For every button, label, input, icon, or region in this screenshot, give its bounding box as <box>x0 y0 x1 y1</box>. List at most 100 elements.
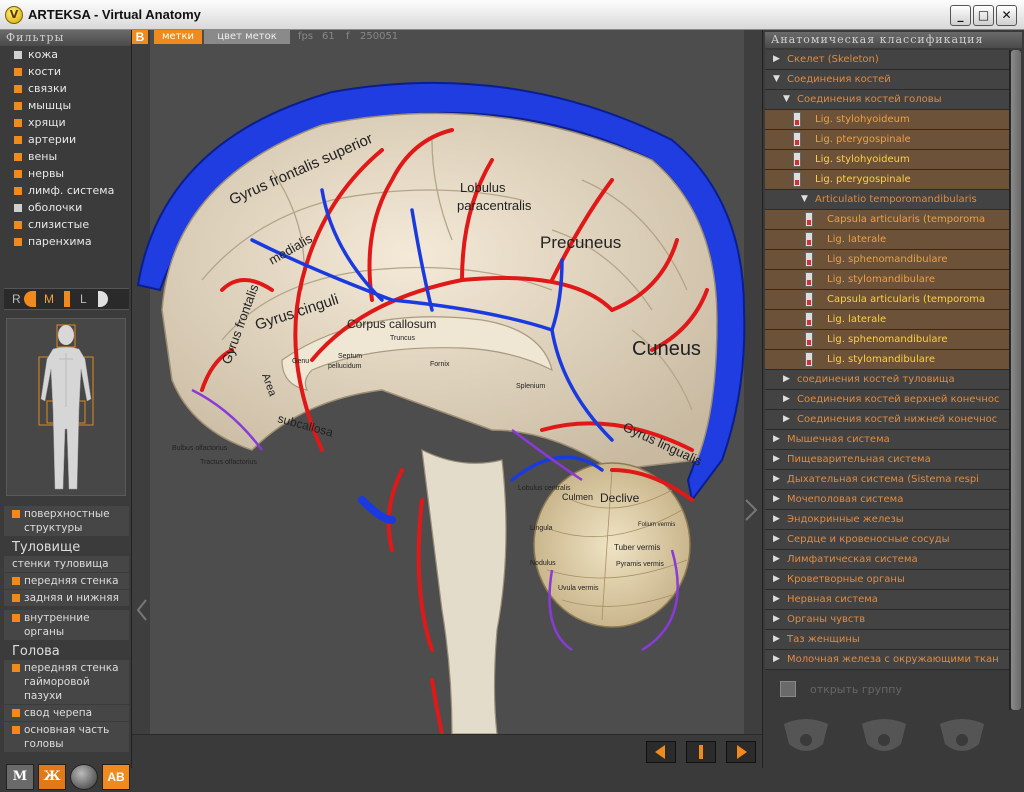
labels-tab[interactable]: метки <box>154 30 202 44</box>
tree-item[interactable]: Lig. pterygospinale <box>765 170 1009 190</box>
tree-item[interactable]: ▶ Соединения костей верхней конечнос <box>765 390 1009 410</box>
filter-checkbox-icon[interactable] <box>14 67 22 76</box>
head-maxillary-front-wall[interactable]: передняя стенка гайморовой пазухи <box>4 660 129 704</box>
lod-l[interactable]: L <box>80 292 87 306</box>
close-button[interactable]: ✕ <box>996 5 1017 26</box>
collapsed-arrow-icon[interactable]: ▶ <box>773 530 780 549</box>
visibility-toggle-icon[interactable] <box>805 232 813 247</box>
pelvis-view-icon[interactable] <box>779 714 833 760</box>
filter-checkbox-icon[interactable] <box>14 220 22 229</box>
filter-item[interactable]: кожа <box>4 46 129 63</box>
pelvis-view-icon-3[interactable] <box>935 714 989 760</box>
tree-item[interactable]: Lig. stylohyoideum <box>765 150 1009 170</box>
label-color-tab[interactable]: цвет меток <box>204 30 290 44</box>
collapsed-arrow-icon[interactable]: ▶ <box>783 370 790 389</box>
tree-item[interactable]: ▼ Соединения костей <box>765 70 1009 90</box>
body-figure-selector[interactable] <box>6 318 126 496</box>
tree-item[interactable]: ▼ Соединения костей головы <box>765 90 1009 110</box>
collapsed-arrow-icon[interactable]: ▶ <box>773 50 780 69</box>
collapsed-arrow-icon[interactable]: ▶ <box>783 410 790 429</box>
filter-checkbox-icon[interactable] <box>14 101 22 110</box>
title-bar[interactable]: V ARTEKSA - Virtual Anatomy _ □ ✕ <box>0 0 1024 30</box>
tree-item[interactable]: ▶ Мышечная система <box>765 430 1009 450</box>
filter-item[interactable]: лимф. система <box>4 182 129 199</box>
visibility-toggle-icon[interactable] <box>805 332 813 347</box>
visibility-toggle-icon[interactable] <box>805 212 813 227</box>
filter-item[interactable]: оболочки <box>4 199 129 216</box>
collapsed-arrow-icon[interactable]: ▶ <box>773 650 780 669</box>
filter-checkbox-icon[interactable] <box>14 118 22 127</box>
collapsed-arrow-icon[interactable]: ▶ <box>773 450 780 469</box>
head-skull-vault[interactable]: свод черепа <box>4 705 129 721</box>
collapsed-arrow-icon[interactable]: ▶ <box>773 570 780 589</box>
filter-item[interactable]: хрящи <box>4 114 129 131</box>
filter-checkbox-icon[interactable] <box>14 84 22 93</box>
collapsed-arrow-icon[interactable]: ▶ <box>773 550 780 569</box>
pause-button[interactable] <box>686 741 716 763</box>
human-figure-icon[interactable] <box>7 319 125 495</box>
tree-item[interactable]: Lig. stylomandibulare <box>765 270 1009 290</box>
tree-item[interactable]: Lig. sphenomandibulare <box>765 250 1009 270</box>
filter-item[interactable]: кости <box>4 63 129 80</box>
collapsed-arrow-icon[interactable]: ▶ <box>783 390 790 409</box>
filter-item[interactable]: паренхима <box>4 233 129 250</box>
tree-item[interactable]: ▶ Нервная система <box>765 590 1009 610</box>
head-main-part[interactable]: основная часть головы <box>4 722 129 752</box>
torso-back-lower-wall[interactable]: задняя и нижняя <box>4 590 129 606</box>
tree-item[interactable]: ▶ Эндокринные железы <box>765 510 1009 530</box>
tree-item[interactable]: Capsula articularis (temporoma <box>765 210 1009 230</box>
region-surface-structures[interactable]: поверхностные структуры <box>4 506 129 536</box>
tree-item[interactable]: ▶ Молочная железа с окружающими ткан <box>765 650 1009 670</box>
open-group-control[interactable]: открыть группу <box>780 681 908 699</box>
filter-item[interactable]: мышцы <box>4 97 129 114</box>
filter-checkbox-icon[interactable] <box>14 135 22 144</box>
lod-m[interactable]: M <box>44 292 54 306</box>
expanded-arrow-icon[interactable]: ▼ <box>773 70 780 89</box>
collapsed-arrow-icon[interactable]: ▶ <box>773 510 780 529</box>
visibility-toggle-icon[interactable] <box>805 292 813 307</box>
visibility-toggle-icon[interactable] <box>793 132 801 147</box>
visibility-toggle-icon[interactable] <box>805 312 813 327</box>
expanded-arrow-icon[interactable]: ▼ <box>783 90 790 109</box>
filter-checkbox-icon[interactable] <box>14 50 22 59</box>
maximize-button[interactable]: □ <box>973 5 994 26</box>
collapsed-arrow-icon[interactable]: ▶ <box>773 430 780 449</box>
filter-checkbox-icon[interactable] <box>14 169 22 178</box>
minimize-button[interactable]: _ <box>950 5 971 26</box>
open-group-checkbox[interactable] <box>780 681 796 697</box>
tree-item[interactable]: ▶ Мочеполовая система <box>765 490 1009 510</box>
filter-item[interactable]: артерии <box>4 131 129 148</box>
region-internal-organs[interactable]: внутренние органы <box>4 610 129 640</box>
tree-item[interactable]: ▶ Кроветворные органы <box>765 570 1009 590</box>
filter-item[interactable]: связки <box>4 80 129 97</box>
brain-render[interactable]: Gyrus frontalis superior Lobulus paracen… <box>132 30 762 734</box>
scrollbar-thumb[interactable] <box>1011 50 1021 710</box>
lod-r[interactable]: R <box>12 292 21 306</box>
tree-item[interactable]: Lig. stylohyoideum <box>765 110 1009 130</box>
tree-item[interactable]: ▶ Сердце и кровеносные сосуды <box>765 530 1009 550</box>
tree-item[interactable]: ▶ Скелет (Skeleton) <box>765 50 1009 70</box>
filter-item[interactable]: слизистые <box>4 216 129 233</box>
tree-item[interactable]: ▼ Articulatio temporomandibularis <box>765 190 1009 210</box>
tree-item[interactable]: ▶ Пищеварительная система <box>765 450 1009 470</box>
tree-item[interactable]: Lig. sphenomandibulare <box>765 330 1009 350</box>
collapsed-arrow-icon[interactable]: ▶ <box>773 470 780 489</box>
filter-checkbox-icon[interactable] <box>14 152 22 161</box>
filter-checkbox-icon[interactable] <box>14 237 22 246</box>
tree-item[interactable]: Lig. stylomandibulare <box>765 350 1009 370</box>
tree-item[interactable]: ▶ соединения костей туловища <box>765 370 1009 390</box>
torso-front-wall[interactable]: передняя стенка <box>4 573 129 589</box>
collapsed-arrow-icon[interactable]: ▶ <box>773 590 780 609</box>
collapsed-arrow-icon[interactable]: ▶ <box>773 610 780 629</box>
tree-item[interactable]: Lig. laterale <box>765 310 1009 330</box>
visibility-toggle-icon[interactable] <box>793 172 801 187</box>
torso-walls[interactable]: стенки туловища <box>4 556 129 572</box>
filter-checkbox-icon[interactable] <box>14 203 22 212</box>
b-toggle-button[interactable]: B <box>132 30 148 44</box>
filter-item[interactable]: вены <box>4 148 129 165</box>
collapsed-arrow-icon[interactable]: ▶ <box>773 630 780 649</box>
tree-item[interactable]: ▶ Таз женщины <box>765 630 1009 650</box>
filter-checkbox-icon[interactable] <box>14 186 22 195</box>
visibility-toggle-icon[interactable] <box>805 272 813 287</box>
tree-scrollbar[interactable] <box>1009 50 1021 710</box>
